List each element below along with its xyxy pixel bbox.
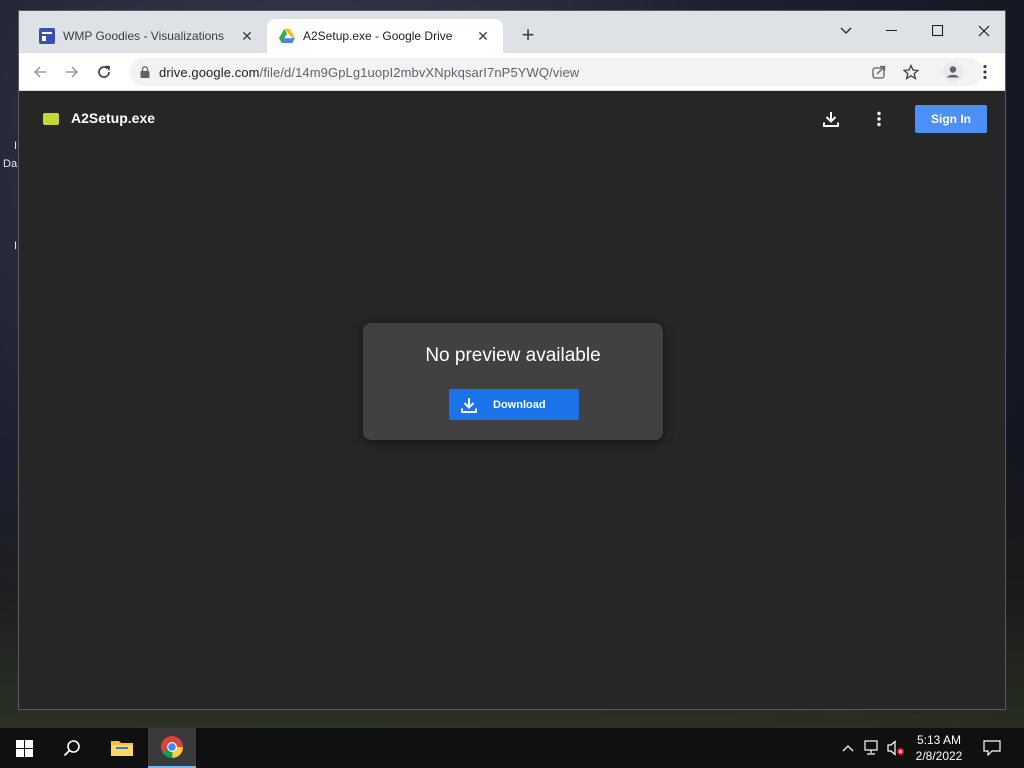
notification-icon [983, 740, 1001, 756]
back-button[interactable] [28, 60, 52, 84]
more-actions-button[interactable] [867, 107, 891, 131]
no-preview-message: No preview available [425, 345, 601, 366]
url-host: drive.google.com [159, 64, 260, 80]
file-name: A2Setup.exe [71, 110, 156, 126]
forward-button[interactable] [60, 60, 84, 84]
sign-in-button[interactable]: Sign In [915, 105, 987, 133]
close-tab-icon[interactable]: ✕ [475, 28, 491, 44]
close-icon [978, 25, 990, 37]
minimize-button[interactable] [869, 17, 915, 45]
chevron-down-icon [840, 27, 852, 34]
search-icon [63, 740, 80, 757]
chrome-icon [161, 736, 183, 758]
bookmark-star-icon[interactable] [901, 62, 921, 82]
maximize-icon [932, 25, 944, 37]
tab-search-button[interactable] [823, 17, 869, 45]
minimize-icon [886, 30, 897, 31]
download-icon [459, 395, 479, 415]
kebab-menu-icon [877, 111, 881, 127]
search-button[interactable] [48, 728, 96, 768]
desktop-icon-label-fragment: I [14, 240, 18, 252]
tab-strip: WMP Goodies - Visualizations ✕ A2Setup.e… [19, 11, 1005, 53]
start-button[interactable] [0, 728, 48, 768]
chrome-menu-button[interactable] [973, 60, 997, 84]
url-text: drive.google.com/file/d/14m9GpLg1uopI2mb… [159, 65, 579, 80]
viewer-header: A2Setup.exe Sign In [19, 91, 1005, 147]
no-preview-card: No preview available Download [363, 323, 663, 440]
executable-file-icon [43, 113, 59, 125]
tab-wmp-goodies[interactable]: WMP Goodies - Visualizations ✕ [27, 19, 267, 53]
action-center-button[interactable] [982, 738, 1002, 758]
download-button[interactable]: Download [449, 389, 579, 420]
wmp-favicon-icon [39, 28, 55, 44]
kebab-menu-icon [983, 64, 987, 80]
file-explorer-button[interactable] [98, 728, 146, 768]
drive-file-viewer: A2Setup.exe Sign In No preview available… [19, 91, 1005, 709]
clock-time: 5:13 AM [916, 733, 962, 747]
folder-icon [111, 741, 133, 756]
desktop-icon-label-fragment: Da [3, 158, 18, 170]
close-tab-icon[interactable]: ✕ [239, 28, 255, 44]
chevron-up-icon [842, 745, 854, 752]
new-tab-button[interactable]: + [517, 24, 539, 47]
tab-title: WMP Goodies - Visualizations [63, 29, 224, 43]
tab-title: A2Setup.exe - Google Drive [303, 29, 453, 43]
share-icon[interactable] [869, 62, 889, 82]
browser-toolbar: drive.google.com/file/d/14m9GpLg1uopI2mb… [19, 53, 1005, 91]
download-button-header[interactable] [819, 107, 843, 131]
download-label: Download [493, 398, 546, 411]
chrome-taskbar-button[interactable] [148, 728, 196, 768]
chrome-window: WMP Goodies - Visualizations ✕ A2Setup.e… [18, 10, 1006, 710]
close-window-button[interactable] [961, 17, 1005, 45]
reload-icon [98, 65, 110, 78]
show-hidden-icons-button[interactable] [838, 738, 858, 758]
tab-google-drive[interactable]: A2Setup.exe - Google Drive ✕ [267, 19, 503, 53]
arrow-right-icon [66, 66, 79, 78]
google-drive-icon [279, 29, 295, 43]
system-clock[interactable]: 5:13 AM 2/8/2022 [904, 732, 974, 764]
url-path: /file/d/14m9GpLg1uopI2mbvXNpkqsarI7nP5YW… [259, 64, 580, 80]
address-bar[interactable]: drive.google.com/file/d/14m9GpLg1uopI2mb… [129, 58, 983, 86]
arrow-left-icon [33, 66, 46, 78]
network-icon[interactable] [862, 738, 882, 758]
maximize-button[interactable] [915, 17, 961, 45]
windows-taskbar: 5:13 AM 2/8/2022 [0, 728, 1024, 768]
desktop-icon-label-fragment: I [14, 140, 18, 152]
download-icon [823, 112, 839, 127]
windows-logo-icon [15, 739, 33, 757]
volume-muted-icon[interactable] [886, 738, 906, 758]
reload-button[interactable] [92, 60, 116, 84]
profile-avatar-icon [943, 62, 963, 82]
clock-date: 2/8/2022 [915, 749, 963, 763]
profile-button[interactable] [941, 60, 965, 84]
lock-icon[interactable] [135, 62, 155, 82]
